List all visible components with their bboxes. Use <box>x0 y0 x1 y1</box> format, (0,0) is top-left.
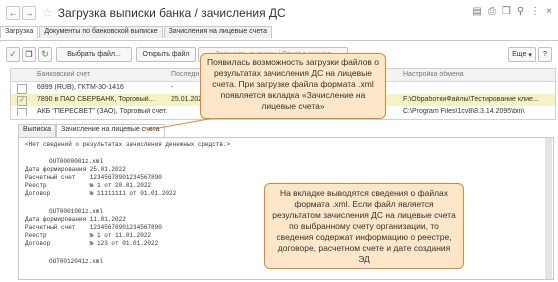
info-line: Реестр № 1 от 11.01.2022 <box>25 232 152 239</box>
more-icon[interactable]: ⋮ <box>530 6 540 17</box>
callout-right: На вкладке выводятся сведения о файлах ф… <box>264 183 464 269</box>
chevron-down-icon: ▾ <box>528 51 532 59</box>
tab-account-credits[interactable]: Зачисления на лицевые счета <box>163 26 272 38</box>
exchange-cell: F:\ОбработкиФайлы\Тестирование клие... <box>403 96 539 103</box>
row-checkbox[interactable] <box>17 108 27 116</box>
header-exchange: Настройка обмена <box>403 71 464 78</box>
window-controls: ▤ ⎙ ❐ ⚲ ⋮ × <box>472 6 552 17</box>
copy-button[interactable]: ❐ <box>22 47 36 62</box>
info-line: Реестр № 1 от 20.01.2022 <box>25 182 152 189</box>
open-file-button[interactable]: Открыть файл <box>136 47 196 62</box>
info-line: Договор № 123 от 01.01.2022 <box>25 240 159 247</box>
exchange-cell: C:\Program Files\1cv8\8.3.14.2095\bin\ <box>403 108 525 115</box>
tab-bank-documents[interactable]: Документы по банковской выписке <box>39 26 163 38</box>
tab-account-credits-content[interactable]: Зачисление на лицевые счета <box>56 124 165 137</box>
copy-icon: ❐ <box>25 50 33 59</box>
header-last: Последн <box>171 71 200 78</box>
info-line: Расчетный счет 12345678901234567890 <box>25 174 162 181</box>
more-label: Еще <box>512 51 527 58</box>
content-tabs: Выписка Зачисление на лицевые счета <box>18 124 165 137</box>
check-all-button[interactable]: ✓ <box>6 47 20 62</box>
main-tabs: Загрузка Документы по банковской выписке… <box>0 26 558 41</box>
info-line: Расчетный счет 12345678901234567890 <box>25 224 162 231</box>
info-line: Дата формирования 25.01.2022 <box>25 166 126 173</box>
row-checkbox[interactable]: ✓ <box>17 96 27 106</box>
no-data-line: <Нет сведений о результатах зачисления д… <box>25 141 231 148</box>
print-icon[interactable]: ⎙ <box>488 6 496 17</box>
favorite-star-icon[interactable]: ☆ <box>42 6 53 20</box>
close-icon[interactable]: × <box>546 6 552 17</box>
refresh-button[interactable]: ↻ <box>38 47 52 62</box>
forward-button[interactable]: → <box>22 6 36 20</box>
callout-top: Появилась возможность загрузки файлов о … <box>200 53 386 119</box>
help-button[interactable]: ? <box>538 47 552 62</box>
account-cell: 7890 в ПАО СБЕРБАНК, Торговый... <box>37 96 155 103</box>
account-cell: 6999 (RUB), ГКТМ-30-1416 <box>37 84 124 91</box>
info-line: Дата формирования 11.01.2022 <box>25 216 126 223</box>
file-name: OUT0000001z.xml <box>49 158 104 165</box>
scrollbar[interactable] <box>545 138 552 279</box>
file-name: OUT0001001z.xml <box>49 208 104 215</box>
refresh-icon: ↻ <box>41 49 49 59</box>
tab-upload[interactable]: Загрузка <box>0 26 39 38</box>
more-button[interactable]: Еще ▾ <box>508 47 536 62</box>
file-name: OUT0012041z.xml <box>49 258 104 265</box>
title-bar: ← → ☆ Загрузка выписки банка / зачислени… <box>0 0 558 26</box>
choose-file-button[interactable]: Выбрать файл... <box>56 47 132 62</box>
link-icon[interactable]: ⚲ <box>517 6 524 17</box>
account-cell: АКБ "ПЕРЕСВЕТ" (ЗАО), Торговый счет... <box>37 108 167 115</box>
tab-statement[interactable]: Выписка <box>18 124 57 137</box>
checkmark-icon: ✓ <box>9 49 17 59</box>
copy-icon[interactable]: ❐ <box>502 6 511 17</box>
header-account: Банковский счет <box>37 71 91 78</box>
back-button[interactable]: ← <box>6 6 20 20</box>
info-line: Договор № 11111111 от 01.01.2022 <box>25 190 177 197</box>
date-cell: - <box>171 84 174 91</box>
window-title: Загрузка выписки банка / зачисления ДС <box>57 6 286 20</box>
row-checkbox[interactable] <box>17 84 27 94</box>
report-icon[interactable]: ▤ <box>472 6 481 17</box>
